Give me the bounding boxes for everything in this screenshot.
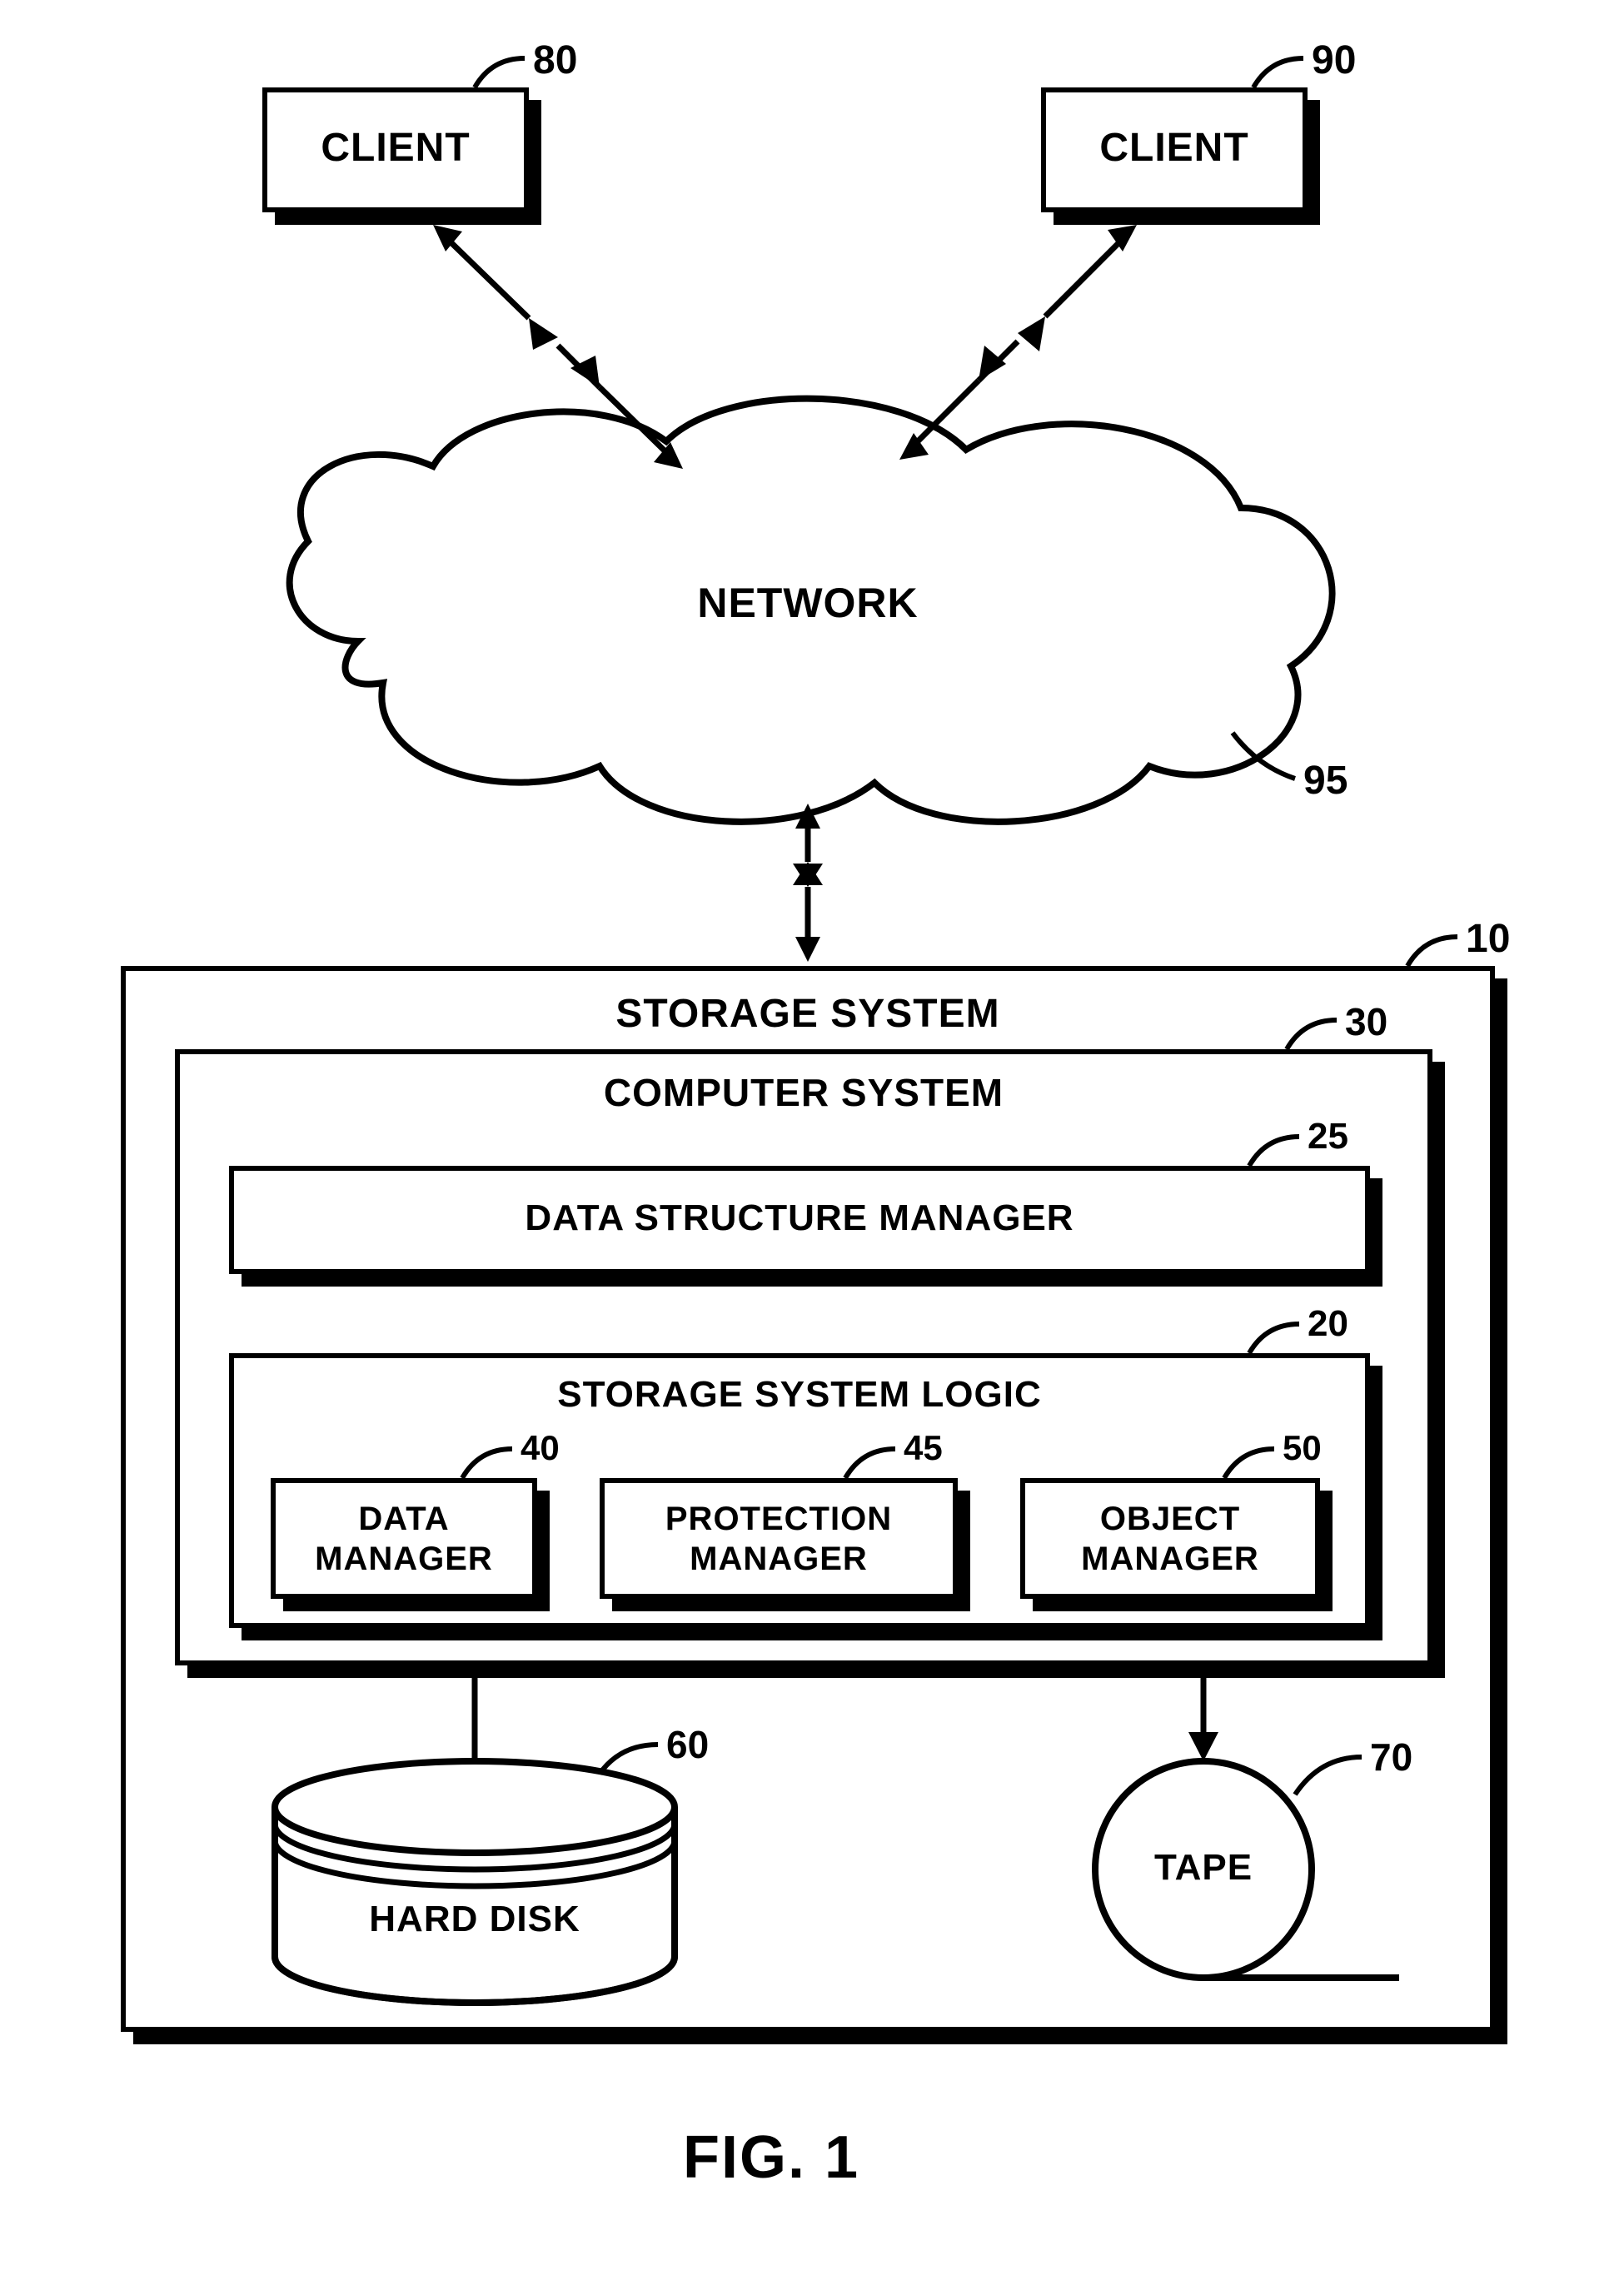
ref-70: 70 [1370,1735,1412,1780]
ref-hook-70 [1295,1757,1362,1795]
figure-label: FIG. 1 [683,2123,859,2192]
